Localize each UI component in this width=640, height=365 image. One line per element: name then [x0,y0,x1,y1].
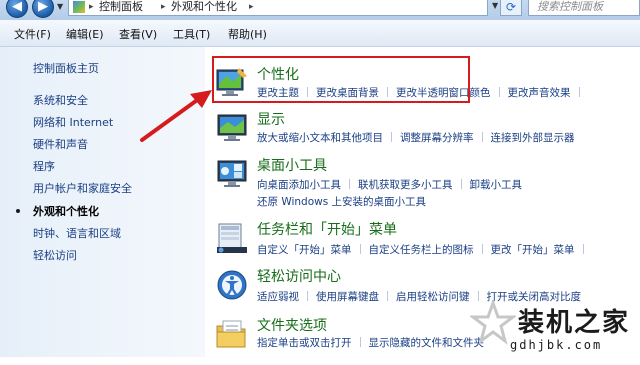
sidebar-item-user-accounts[interactable]: 用户帐户和家庭安全 [33,180,132,196]
sidebar-item-system-security[interactable]: 系统和安全 [33,92,88,108]
recent-pages-dropdown-icon[interactable]: ▼ [57,2,63,11]
divider [359,337,361,347]
category-links-row2: 还原 Windows 上安装的桌面小工具 [257,194,426,209]
refresh-button[interactable]: ⟳ [500,0,522,16]
current-item-bullet-icon [16,209,20,213]
category-title[interactable]: 显示 [257,109,285,129]
category-links: 向桌面添加小工具 联机获取更多小工具 卸载小工具 [257,177,522,192]
link-single-double-click[interactable]: 指定单击或双击打开 [257,337,352,349]
link-customize-start-menu[interactable]: 自定义「开始」菜单 [257,244,352,256]
taskbar-icon[interactable] [215,221,249,255]
link-show-hidden-files[interactable]: 显示隐藏的文件和文件夹 [369,337,485,349]
category-gadgets: 桌面小工具 向桌面添加小工具 联机获取更多小工具 卸载小工具 还原 Windows … [205,155,640,208]
link-sticky-keys[interactable]: 启用轻松访问键 [396,291,470,303]
divider [481,244,483,254]
link-uninstall-gadget[interactable]: 卸载小工具 [470,179,523,191]
gadgets-icon[interactable] [215,157,249,191]
forward-button[interactable]: ▶ [32,0,54,18]
category-title[interactable]: 桌面小工具 [257,155,327,175]
category-title[interactable]: 文件夹选项 [257,315,327,335]
chevron-right-icon[interactable]: ▸ [249,0,254,15]
address-dropdown-icon[interactable]: ▼ [492,1,498,10]
sidebar-item-programs[interactable]: 程序 [33,158,55,174]
menu-edit[interactable]: 编辑(E) [66,26,104,42]
link-text-size[interactable]: 放大或缩小文本和其他项目 [257,132,383,144]
link-restore-gadgets[interactable]: 还原 Windows 上安装的桌面小工具 [257,196,426,208]
divider [391,132,392,142]
link-screen-resolution[interactable]: 调整屏幕分辨率 [400,132,474,144]
red-arrow-icon [140,90,212,142]
display-icon[interactable] [215,111,249,145]
address-bar: ◀ ▶ ▼ ▸ 控制面板 ▸ 外观和个性化 ▸ ▼ ⟳ 搜索控制面板 [0,0,640,20]
folder-options-icon[interactable] [215,317,249,351]
menu-bar: 文件(F) 编辑(E) 查看(V) 工具(T) 帮助(H) [0,20,640,47]
divider [578,87,580,97]
back-button[interactable]: ◀ [6,0,28,18]
breadcrumb-control-panel[interactable]: 控制面板 [99,0,143,15]
link-low-vision[interactable]: 适应弱视 [257,291,299,303]
forward-arrow-icon: ▶ [38,0,48,14]
menu-file[interactable]: 文件(F) [14,26,51,42]
category-links: 自定义「开始」菜单 自定义任务栏上的图标 更改「开始」菜单 [257,242,592,257]
divider [498,87,500,97]
category-links: 指定单击或双击打开 显示隐藏的文件和文件夹 [257,335,484,350]
link-onscreen-keyboard[interactable]: 使用屏幕键盘 [316,291,379,303]
search-input[interactable]: 搜索控制面板 [528,0,640,16]
link-change-start-menu[interactable]: 更改「开始」菜单 [491,244,575,256]
category-taskbar: 任务栏和「开始」菜单 自定义「开始」菜单 自定义任务栏上的图标 更改「开始」菜单 [205,219,640,269]
menu-view[interactable]: 查看(V) [119,26,157,42]
divider [582,244,584,254]
category-title[interactable]: 任务栏和「开始」菜单 [257,219,397,239]
sidebar-item-appearance: 外观和个性化 [33,205,99,218]
divider [387,291,388,301]
link-get-more-gadgets[interactable]: 联机获取更多小工具 [358,179,453,191]
link-add-gadgets[interactable]: 向桌面添加小工具 [257,179,341,191]
divider [349,179,350,189]
sidebar-item-clock-language[interactable]: 时钟、语言和区域 [33,225,121,241]
sidebar-item-network[interactable]: 网络和 Internet [33,114,113,130]
link-change-sound-effects[interactable]: 更改声音效果 [508,87,571,99]
breadcrumb-appearance[interactable]: 外观和个性化 [171,0,237,15]
control-panel-icon [73,1,85,13]
sidebar-item-ease-of-access[interactable]: 轻松访问 [33,247,77,263]
category-display: 显示 放大或缩小文本和其他项目 调整屏幕分辨率 连接到外部显示器 [205,109,640,159]
link-external-display[interactable]: 连接到外部显示器 [491,132,575,144]
watermark-text: 装机之家 [518,308,631,338]
menu-tools[interactable]: 工具(T) [173,26,210,42]
watermark: 装机之家 gdhjbk.com [470,300,640,357]
ease-of-access-icon[interactable] [215,268,249,302]
chevron-right-icon[interactable]: ▸ [161,0,166,15]
highlight-box [212,56,470,103]
menu-help[interactable]: 帮助(H) [228,26,267,42]
category-links: 放大或缩小文本和其他项目 调整屏幕分辨率 连接到外部显示器 [257,130,575,145]
divider [460,179,462,189]
divider [481,132,483,142]
sidebar-item-home[interactable]: 控制面板主页 [33,60,99,76]
divider [359,244,361,254]
link-customize-taskbar-icons[interactable]: 自定义任务栏上的图标 [369,244,474,256]
chevron-right-icon[interactable]: ▸ [89,0,94,15]
divider [307,291,308,301]
sidebar-item-hardware-sound[interactable]: 硬件和声音 [33,136,88,152]
category-title[interactable]: 轻松访问中心 [257,266,341,286]
back-arrow-icon: ◀ [12,0,22,14]
watermark-url: gdhjbk.com [510,338,603,352]
address-field[interactable]: ▸ 控制面板 ▸ 外观和个性化 ▸ [68,0,488,16]
refresh-icon: ⟳ [505,0,517,14]
